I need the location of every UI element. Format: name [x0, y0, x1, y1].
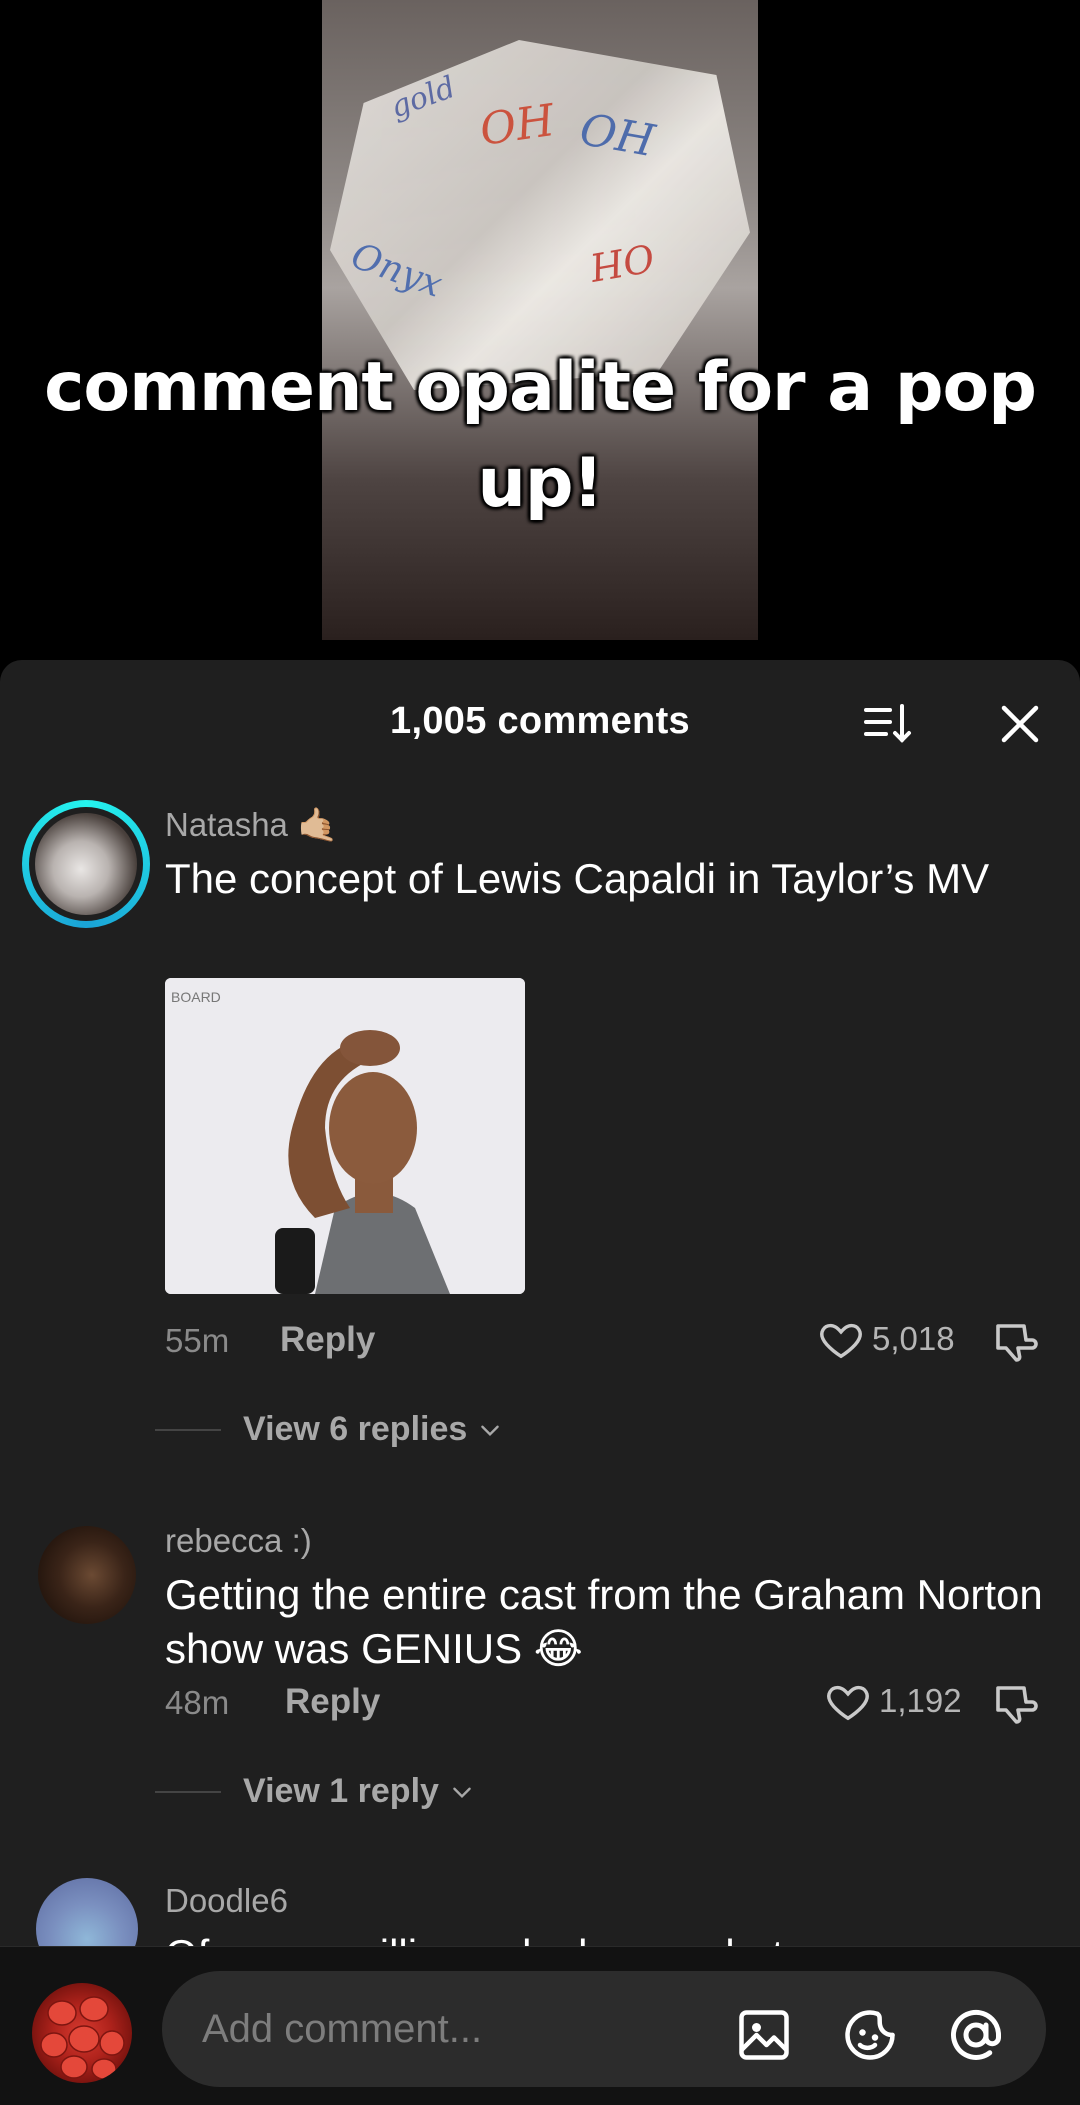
comment-input[interactable]: Add comment...: [162, 1971, 1046, 2087]
comment-username[interactable]: Natasha 🤙🏼: [165, 806, 338, 845]
comment-text: Getting the entire cast from the Graham …: [165, 1571, 1043, 1672]
comment-item: Natasha 🤙🏼 The concept of Lewis Capaldi …: [0, 800, 1080, 1200]
view-replies-label: View 1 reply: [243, 1772, 439, 1810]
comments-header: 1,005 comments: [0, 660, 1080, 770]
dislike-icon[interactable]: [992, 1318, 1040, 1366]
video-player[interactable]: OH OH OH Onyx gold comment opalite for a…: [0, 0, 1080, 660]
image-icon: [739, 2010, 789, 2060]
reply-button[interactable]: Reply: [285, 1682, 380, 1722]
reply-button[interactable]: Reply: [280, 1320, 375, 1360]
dislike-icon[interactable]: [992, 1680, 1040, 1728]
like-button[interactable]: 5,018: [818, 1316, 955, 1362]
chevron-down-icon: [481, 1425, 500, 1436]
like-button[interactable]: 1,192: [825, 1678, 962, 1724]
comment-time: 48m: [165, 1684, 230, 1721]
current-user-avatar[interactable]: [32, 1983, 132, 2083]
comment-time: 55m: [165, 1322, 230, 1359]
view-replies-button[interactable]: View 1 reply: [155, 1772, 475, 1811]
chevron-down-icon: [453, 1787, 471, 1798]
heart-icon: [820, 1323, 862, 1359]
comments-sheet: 1,005 comments Natasha 🤙🏼 The concept of…: [0, 660, 1080, 2104]
close-button[interactable]: [992, 696, 1048, 752]
like-count: 5,018: [872, 1320, 955, 1357]
view-replies-label: View 6 replies: [243, 1410, 468, 1448]
emoji-button[interactable]: [840, 2005, 900, 2065]
comment-username[interactable]: Doodle6: [165, 1882, 288, 1920]
replies-divider: [155, 1428, 221, 1431]
like-count: 1,192: [879, 1682, 962, 1719]
comment-composer: Add comment...: [0, 1946, 1080, 2105]
comment-input-placeholder: Add comment...: [202, 2007, 483, 2051]
mention-icon: [951, 2009, 1001, 2060]
close-icon: [1001, 705, 1039, 743]
image-button[interactable]: [734, 2005, 794, 2065]
comment-text: The concept of Lewis Capaldi in Taylor’s…: [165, 855, 990, 902]
sort-button[interactable]: [860, 696, 916, 752]
view-replies-button[interactable]: View 6 replies: [155, 1410, 503, 1449]
emoji-icon: [845, 2010, 895, 2060]
comment-photo-image: BOARD: [165, 978, 525, 1294]
strawberry-pattern: [40, 1996, 125, 2080]
comment-username[interactable]: rebecca :): [165, 1522, 312, 1560]
sort-icon: [864, 704, 911, 743]
avatar[interactable]: [22, 800, 150, 928]
comments-count: 1,005 comments: [390, 700, 690, 742]
replies-divider: [155, 1790, 221, 1793]
heart-icon: [827, 1685, 869, 1721]
mention-button[interactable]: [946, 2005, 1006, 2065]
avatar[interactable]: [38, 1526, 136, 1624]
svg-text:BOARD: BOARD: [171, 989, 221, 1005]
comment-photo[interactable]: BOARD: [165, 978, 525, 1294]
video-caption: comment opalite for a pop up!: [44, 348, 1037, 523]
